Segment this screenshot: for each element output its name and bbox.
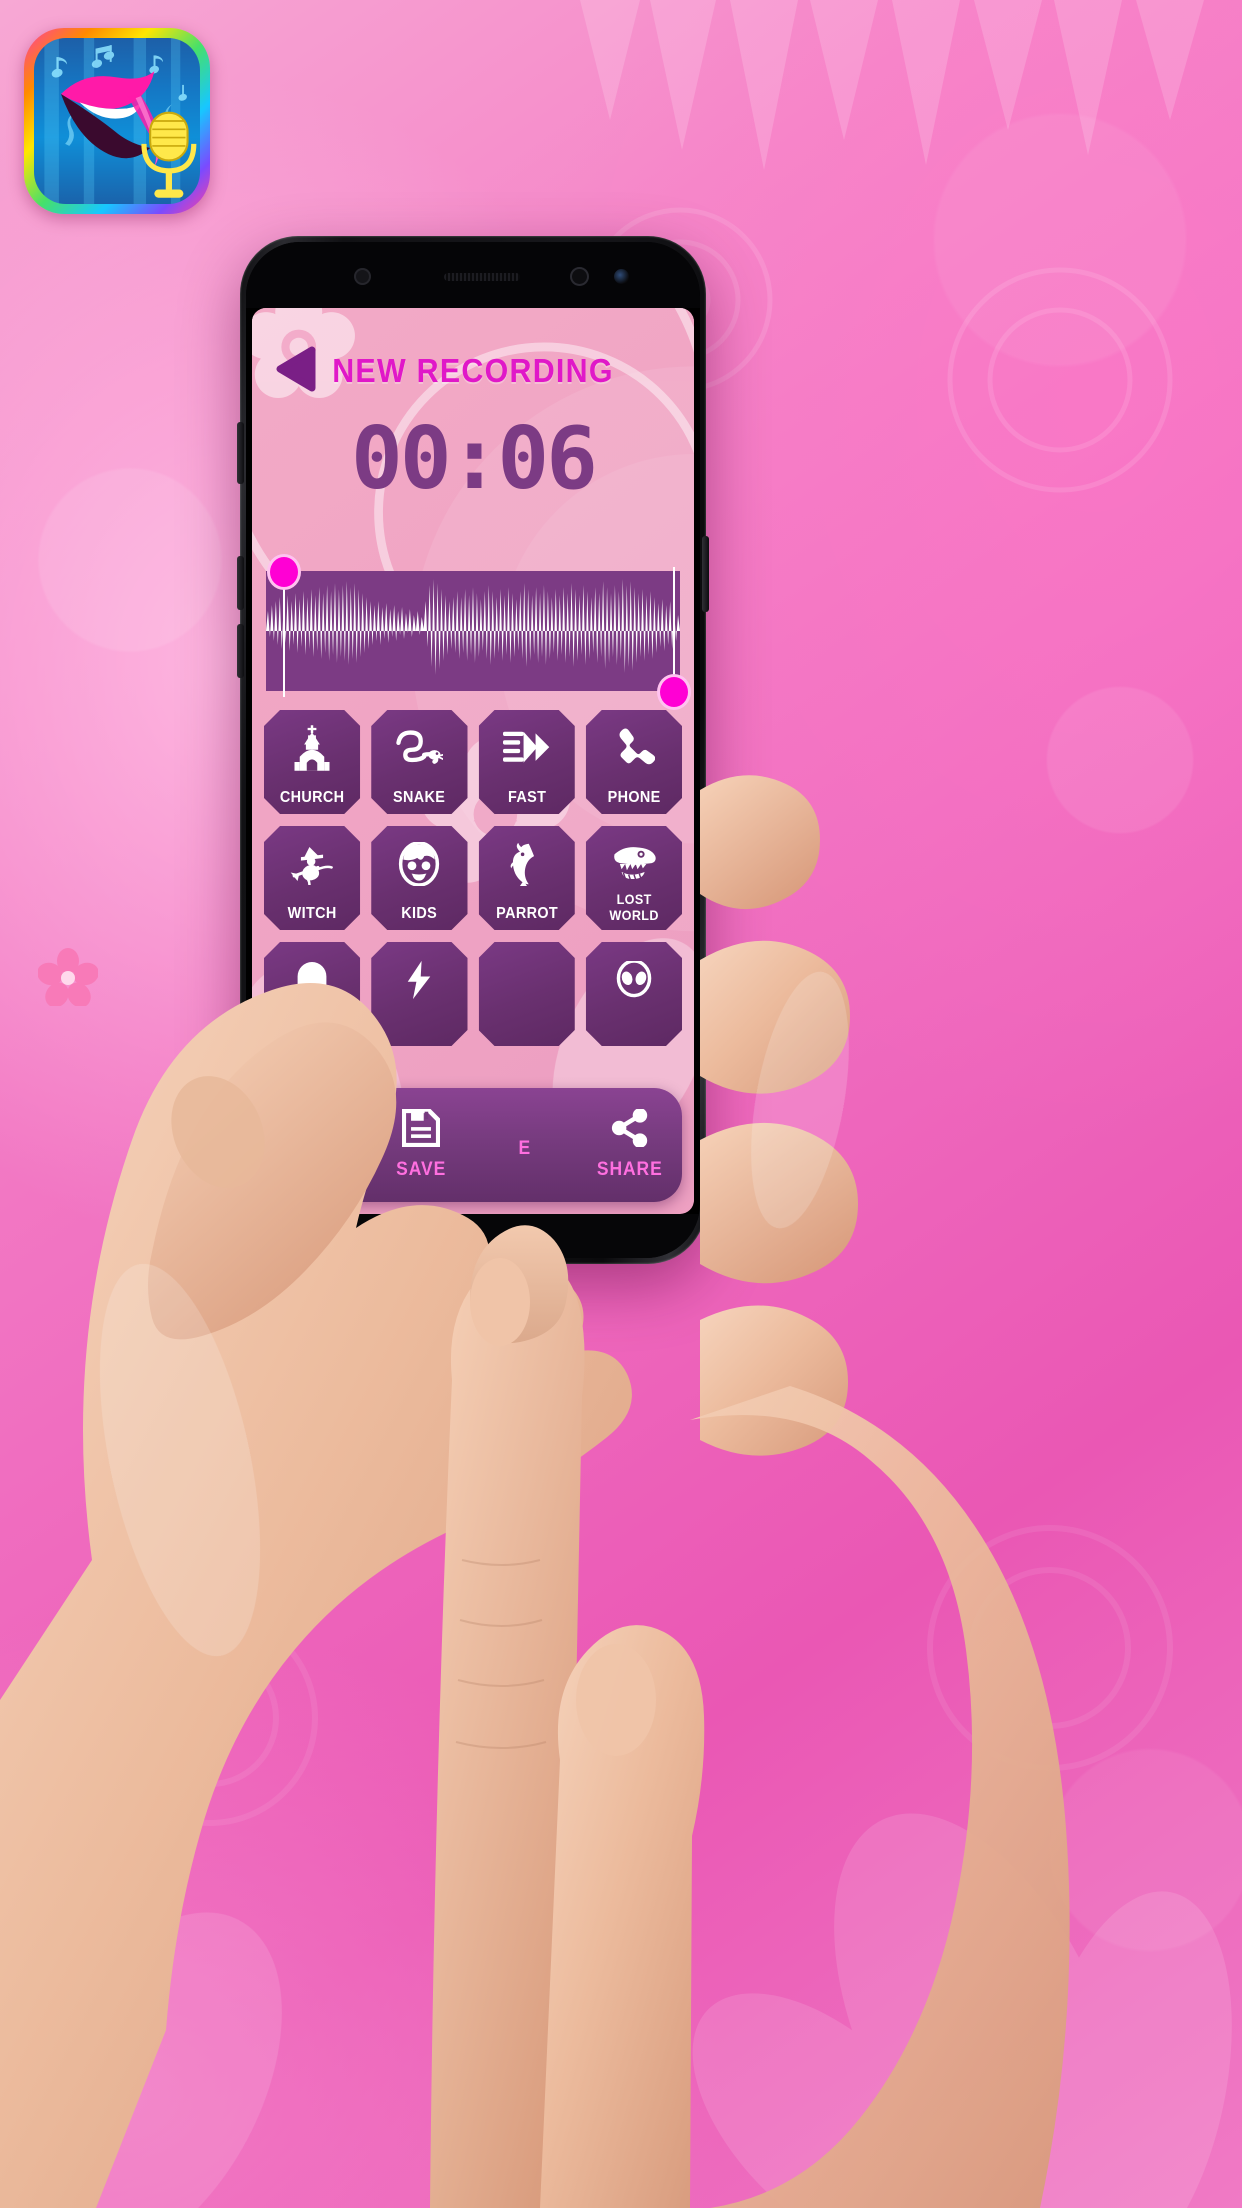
toolbar-label: SHARE bbox=[596, 1159, 663, 1180]
fast-forward-icon bbox=[503, 723, 551, 773]
app-icon-artwork bbox=[34, 38, 200, 204]
toolbar-label: E bbox=[518, 1137, 532, 1159]
effect-button-phone[interactable]: PHONE bbox=[586, 710, 682, 814]
iris-scanner-icon bbox=[570, 267, 589, 286]
trim-handle-left[interactable] bbox=[270, 557, 298, 587]
earpiece-speaker-icon bbox=[444, 273, 520, 281]
phone-bixby-button[interactable] bbox=[237, 422, 244, 484]
phone-volume-down-button[interactable] bbox=[237, 556, 244, 610]
effect-button-kids[interactable]: KIDS bbox=[371, 826, 467, 930]
bottom-toolbar: EDIT SAVE E SHARE bbox=[264, 1088, 682, 1202]
front-camera-icon bbox=[354, 268, 371, 285]
church-icon bbox=[291, 723, 333, 773]
app-screen: NEW RECORDING 00:06 CHURCH SNAKE FAST PH… bbox=[252, 308, 694, 1214]
effect-button-snake[interactable]: SNAKE bbox=[371, 710, 467, 814]
effect-label: WITCH bbox=[287, 905, 337, 922]
phone-volume-up-button[interactable] bbox=[237, 624, 244, 678]
app-icon-graphic bbox=[44, 38, 197, 204]
effect-button-row3-1[interactable] bbox=[264, 942, 360, 1046]
ghost-icon bbox=[294, 955, 330, 1005]
pencil-icon bbox=[296, 1108, 336, 1153]
proximity-sensor-icon bbox=[614, 269, 629, 284]
app-header: NEW RECORDING bbox=[252, 308, 694, 420]
parrot-icon bbox=[509, 839, 545, 889]
effect-button-church[interactable]: CHURCH bbox=[264, 710, 360, 814]
background-petal-pattern bbox=[18, 1525, 1232, 2208]
phone-power-button[interactable] bbox=[702, 536, 709, 612]
share-nodes-icon bbox=[611, 1108, 649, 1152]
phone-bottom-bezel bbox=[246, 1214, 700, 1258]
save-button[interactable]: SAVE bbox=[369, 1108, 474, 1181]
toolbar-label: EDIT bbox=[294, 1160, 338, 1181]
waveform-panel[interactable] bbox=[266, 557, 688, 707]
toolbar-label: SAVE bbox=[395, 1159, 446, 1180]
effect-button-row3-3[interactable] bbox=[479, 942, 575, 1046]
effect-label: PARROT bbox=[495, 905, 558, 922]
witch-on-broom-icon bbox=[289, 839, 335, 889]
effect-label: FAST bbox=[507, 789, 546, 806]
effect-button-witch[interactable]: WITCH bbox=[264, 826, 360, 930]
hidden-button[interactable]: E bbox=[473, 1131, 578, 1160]
floppy-disk-icon bbox=[401, 1108, 441, 1152]
waveform-section[interactable] bbox=[252, 557, 694, 707]
effect-label: PHONE bbox=[607, 789, 661, 806]
effect-label: LOST WORLD bbox=[609, 891, 659, 923]
effect-button-fast[interactable]: FAST bbox=[479, 710, 575, 814]
alien-icon bbox=[615, 955, 653, 1005]
phone-mockup: NEW RECORDING 00:06 CHURCH SNAKE FAST PH… bbox=[237, 236, 709, 1264]
effect-button-lost-world[interactable]: LOST WORLD bbox=[586, 826, 682, 930]
kid-face-icon bbox=[398, 839, 440, 889]
timer-display: 00:06 bbox=[351, 409, 598, 509]
effect-label: CHURCH bbox=[279, 789, 345, 806]
waveform-graphic bbox=[266, 579, 680, 675]
effect-button-row3-2[interactable] bbox=[371, 942, 467, 1046]
app-icon[interactable] bbox=[24, 28, 210, 214]
microphone-icon bbox=[141, 111, 197, 198]
dinosaur-skull-icon bbox=[611, 839, 657, 889]
edit-button[interactable]: EDIT bbox=[264, 1108, 369, 1182]
share-button[interactable]: SHARE bbox=[578, 1108, 683, 1181]
phone-frame: NEW RECORDING 00:06 CHURCH SNAKE FAST PH… bbox=[246, 242, 700, 1258]
effect-label: KIDS bbox=[401, 905, 438, 922]
sakura-flower-decoration bbox=[38, 948, 98, 1006]
phone-top-bezel bbox=[246, 242, 700, 308]
lightning-icon bbox=[406, 955, 432, 1005]
effect-button-row3-4[interactable] bbox=[586, 942, 682, 1046]
trim-handle-right[interactable] bbox=[660, 677, 688, 707]
page-title: NEW RECORDING bbox=[332, 352, 614, 389]
effect-label: SNAKE bbox=[393, 789, 446, 806]
effect-button-parrot[interactable]: PARROT bbox=[479, 826, 575, 930]
phone-handset-icon bbox=[613, 723, 655, 773]
snake-icon bbox=[395, 723, 443, 773]
